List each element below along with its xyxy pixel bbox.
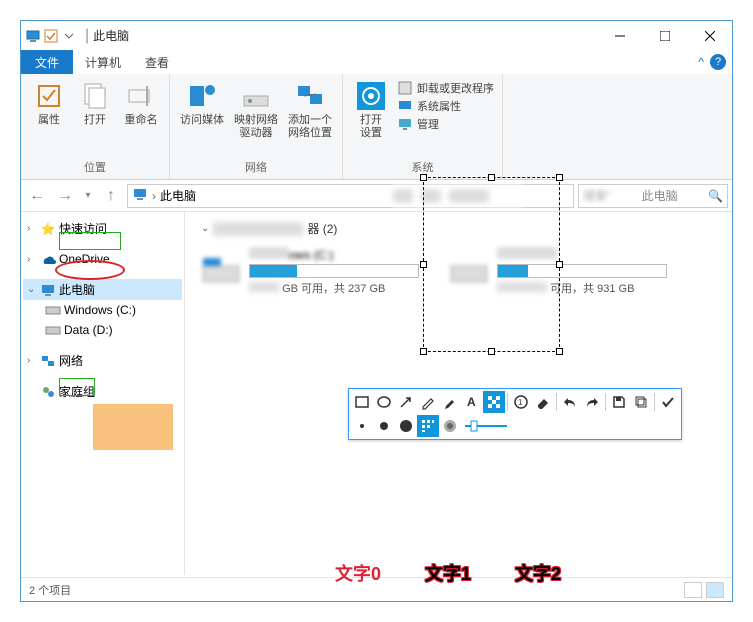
item-count: 2 个项目 xyxy=(29,582,71,598)
map-drive-button[interactable]: 映射网络 驱动器 xyxy=(232,78,280,157)
capacity-bar xyxy=(497,264,667,278)
tab-view[interactable]: 查看 xyxy=(133,50,181,74)
search-input[interactable]: 搜索" 此电脑 🔍 xyxy=(578,184,728,208)
address-crumb[interactable]: 此电脑 xyxy=(160,187,196,204)
tree-network[interactable]: ›网络 xyxy=(23,350,182,371)
explorer-window: | 此电脑 文件 计算机 查看 ^ ? 属性 打开 xyxy=(20,20,733,602)
quick-access-toolbar xyxy=(21,28,81,44)
annotation-toolbar: A 1 xyxy=(348,388,682,440)
pc-icon xyxy=(25,28,41,44)
titlebar: | 此电脑 xyxy=(21,21,732,50)
nav-recent-dropdown[interactable]: ▾ xyxy=(81,184,95,208)
tree-this-pc[interactable]: ⌄此电脑 xyxy=(23,279,182,300)
drive-icon xyxy=(201,256,241,288)
drive-icon xyxy=(45,322,61,338)
star-icon: ⭐ xyxy=(40,221,56,237)
nav-forward-button[interactable]: → xyxy=(53,184,77,208)
capacity-bar xyxy=(249,264,419,278)
annotation-text-2: 文字2 xyxy=(515,560,561,586)
tree-drive-d[interactable]: Data (D:) xyxy=(23,320,182,340)
tool-marker[interactable] xyxy=(439,391,461,413)
nav-bar: ← → ▾ ↑ › 此电脑 搜索" 此电脑 🔍 xyxy=(21,180,732,212)
tab-file[interactable]: 文件 xyxy=(21,50,73,74)
tool-arrow[interactable] xyxy=(395,391,417,413)
access-media-button[interactable]: 访问媒体 xyxy=(178,78,226,157)
open-button[interactable]: 打开 xyxy=(75,78,115,157)
brush-size-small[interactable] xyxy=(351,415,373,437)
drive-d[interactable]: 可用，共 931 GB xyxy=(449,247,667,296)
mosaic-slider[interactable] xyxy=(461,415,511,437)
annotation-text-0: 文字0 xyxy=(335,560,381,586)
address-bar[interactable]: › 此电脑 xyxy=(127,184,574,208)
tree-drive-c[interactable]: Windows (C:) xyxy=(23,300,182,320)
manage-item[interactable]: 管理 xyxy=(397,116,494,132)
drive-c[interactable]: ows (C:) GB 可用，共 237 GB xyxy=(201,247,419,296)
pc-icon xyxy=(132,186,148,205)
tab-computer[interactable]: 计算机 xyxy=(73,50,133,74)
group-header[interactable]: ⌄ 器 (2) xyxy=(201,220,716,237)
annotation-text-1: 文字1 xyxy=(425,560,471,586)
open-settings-button[interactable]: 打开 设置 xyxy=(351,78,391,157)
annotation-rectangle xyxy=(59,232,121,250)
network-icon xyxy=(40,353,56,369)
annotation-ellipse xyxy=(55,260,125,280)
add-network-location-button[interactable]: 添加一个 网络位置 xyxy=(286,78,334,157)
tool-eraser[interactable] xyxy=(532,391,554,413)
tool-redo[interactable] xyxy=(581,391,603,413)
title-separator: | xyxy=(85,27,89,45)
close-button[interactable] xyxy=(687,21,732,50)
tool-confirm[interactable] xyxy=(657,391,679,413)
tool-save[interactable] xyxy=(608,391,630,413)
help-icon[interactable]: ? xyxy=(710,54,726,70)
view-details-button[interactable] xyxy=(684,582,702,598)
window-title: 此电脑 xyxy=(93,27,129,44)
tool-ellipse[interactable] xyxy=(373,391,395,413)
tool-rectangle[interactable] xyxy=(351,391,373,413)
search-icon: 🔍 xyxy=(708,189,723,203)
minimize-button[interactable] xyxy=(597,21,642,50)
ribbon-collapse-icon[interactable]: ^ xyxy=(698,55,704,69)
rename-button[interactable]: 重命名 xyxy=(121,78,161,157)
annotation-fill xyxy=(93,404,173,450)
qat-dropdown-icon[interactable] xyxy=(61,28,77,44)
tool-mosaic[interactable] xyxy=(483,391,505,413)
properties-button[interactable]: 属性 xyxy=(29,78,69,157)
mosaic-style-blur[interactable] xyxy=(439,415,461,437)
group-location-label: 位置 xyxy=(29,157,161,179)
mosaic-style-pixel[interactable] xyxy=(417,415,439,437)
maximize-button[interactable] xyxy=(642,21,687,50)
group-network-label: 网络 xyxy=(178,157,334,179)
nav-up-button[interactable]: ↑ xyxy=(99,184,123,208)
ribbon: 属性 打开 重命名 位置 访问媒体 xyxy=(21,74,732,180)
cloud-icon xyxy=(40,251,56,267)
drive-icon xyxy=(45,302,61,318)
pc-icon xyxy=(40,282,56,298)
annotation-rectangle xyxy=(59,378,95,396)
tool-counter[interactable]: 1 xyxy=(510,391,532,413)
tool-text[interactable]: A xyxy=(461,391,483,413)
view-tiles-button[interactable] xyxy=(706,582,724,598)
uninstall-programs-item[interactable]: 卸载或更改程序 xyxy=(397,80,494,96)
group-system-label: 系统 xyxy=(351,157,494,179)
tool-pen[interactable] xyxy=(417,391,439,413)
svg-text:A: A xyxy=(467,395,476,409)
svg-text:1: 1 xyxy=(518,398,523,407)
tool-copy[interactable] xyxy=(630,391,652,413)
system-properties-item[interactable]: 系统属性 xyxy=(397,98,494,114)
nav-back-button[interactable]: ← xyxy=(25,184,49,208)
tool-undo[interactable] xyxy=(559,391,581,413)
ribbon-tabs: 文件 计算机 查看 ^ ? xyxy=(21,50,732,74)
tree-homegroup[interactable]: 家庭组 xyxy=(23,381,182,402)
homegroup-icon xyxy=(40,384,56,400)
brush-size-large[interactable] xyxy=(395,415,417,437)
drive-icon xyxy=(449,256,489,288)
checkbox-icon[interactable] xyxy=(43,28,59,44)
brush-size-medium[interactable] xyxy=(373,415,395,437)
